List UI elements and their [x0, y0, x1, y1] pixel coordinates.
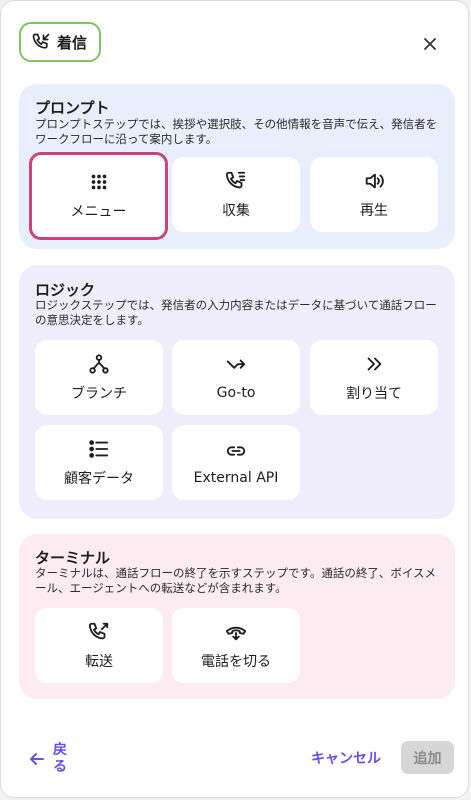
section-prompt: プロンプト プロンプトステップでは、挨拶や選択肢、その他情報を音声で伝え、発信者…	[19, 84, 455, 249]
section-description: プロンプトステップでは、挨拶や選択肢、その他情報を音声で伝え、発信者をワークフロ…	[35, 117, 438, 146]
section-description: ロジックステップでは、発信者の入力内容またはデータに基づいて通話フローの意思決定…	[35, 298, 437, 327]
card-label: ブランチ	[71, 385, 127, 402]
back-label: 戻る	[53, 742, 67, 775]
list-icon	[89, 439, 109, 458]
close-icon	[424, 38, 436, 50]
step-card-play[interactable]: 再生	[310, 157, 438, 232]
incoming-call-icon	[32, 33, 50, 49]
card-label: Go-to	[216, 384, 256, 401]
badge-label: 着信	[57, 33, 88, 52]
goto-arrow-icon	[226, 359, 246, 369]
speaker-icon	[365, 173, 384, 188]
card-label: 転送	[85, 653, 113, 670]
card-label: 再生	[360, 202, 388, 219]
section-terminal: ターミナル ターミナルは、通話フローの終了を示すステップです。通話の終了、ボイス…	[19, 534, 455, 699]
cancel-button[interactable]: キャンセル	[311, 748, 381, 768]
add-step-dialog: 着信 プロンプト プロンプトステップでは、挨拶や選択肢、その他情報を音声で伝え、…	[0, 0, 469, 798]
incoming-call-badge: 着信	[19, 22, 102, 62]
double-chevron-icon	[367, 357, 382, 370]
card-label: External API	[193, 469, 279, 486]
section-title: ターミナル	[35, 549, 111, 567]
branch-icon	[89, 353, 109, 374]
card-label: 割り当て	[346, 385, 402, 402]
step-card-customer-data[interactable]: 顧客データ	[35, 425, 163, 500]
phone-transfer-icon	[88, 622, 109, 639]
card-label: 顧客データ	[64, 470, 134, 487]
hang-up-icon	[225, 626, 247, 640]
arrow-left-icon	[30, 753, 44, 765]
step-card-external-api[interactable]: External API	[172, 425, 300, 500]
card-label: メニュー	[70, 204, 127, 220]
section-description: ターミナルは、通話フローの終了を示すステップです。通話の終了、ボイスメール、エー…	[35, 566, 437, 595]
link-icon	[226, 445, 246, 456]
step-card-collect[interactable]: 収集	[172, 157, 300, 232]
back-button[interactable]: 戻る	[29, 742, 71, 776]
card-label: 収集	[222, 202, 250, 219]
step-card-branch[interactable]: ブランチ	[35, 340, 163, 415]
step-card-goto[interactable]: Go-to	[172, 340, 300, 415]
dialpad-icon	[91, 174, 106, 190]
step-card-menu[interactable]: メニュー	[29, 152, 168, 240]
section-title: プロンプト	[35, 99, 110, 117]
phone-collect-icon	[225, 171, 246, 188]
step-card-hang-up[interactable]: 電話を切る	[172, 608, 300, 683]
section-title: ロジック	[35, 281, 96, 299]
section-logic: ロジック ロジックステップでは、発信者の入力内容またはデータに基づいて通話フロー…	[19, 265, 455, 519]
step-card-transfer[interactable]: 転送	[35, 608, 163, 683]
add-button[interactable]: 追加	[401, 741, 454, 774]
step-card-assign[interactable]: 割り当て	[310, 340, 438, 415]
card-label: 電話を切る	[201, 653, 271, 670]
close-button[interactable]	[419, 33, 441, 55]
